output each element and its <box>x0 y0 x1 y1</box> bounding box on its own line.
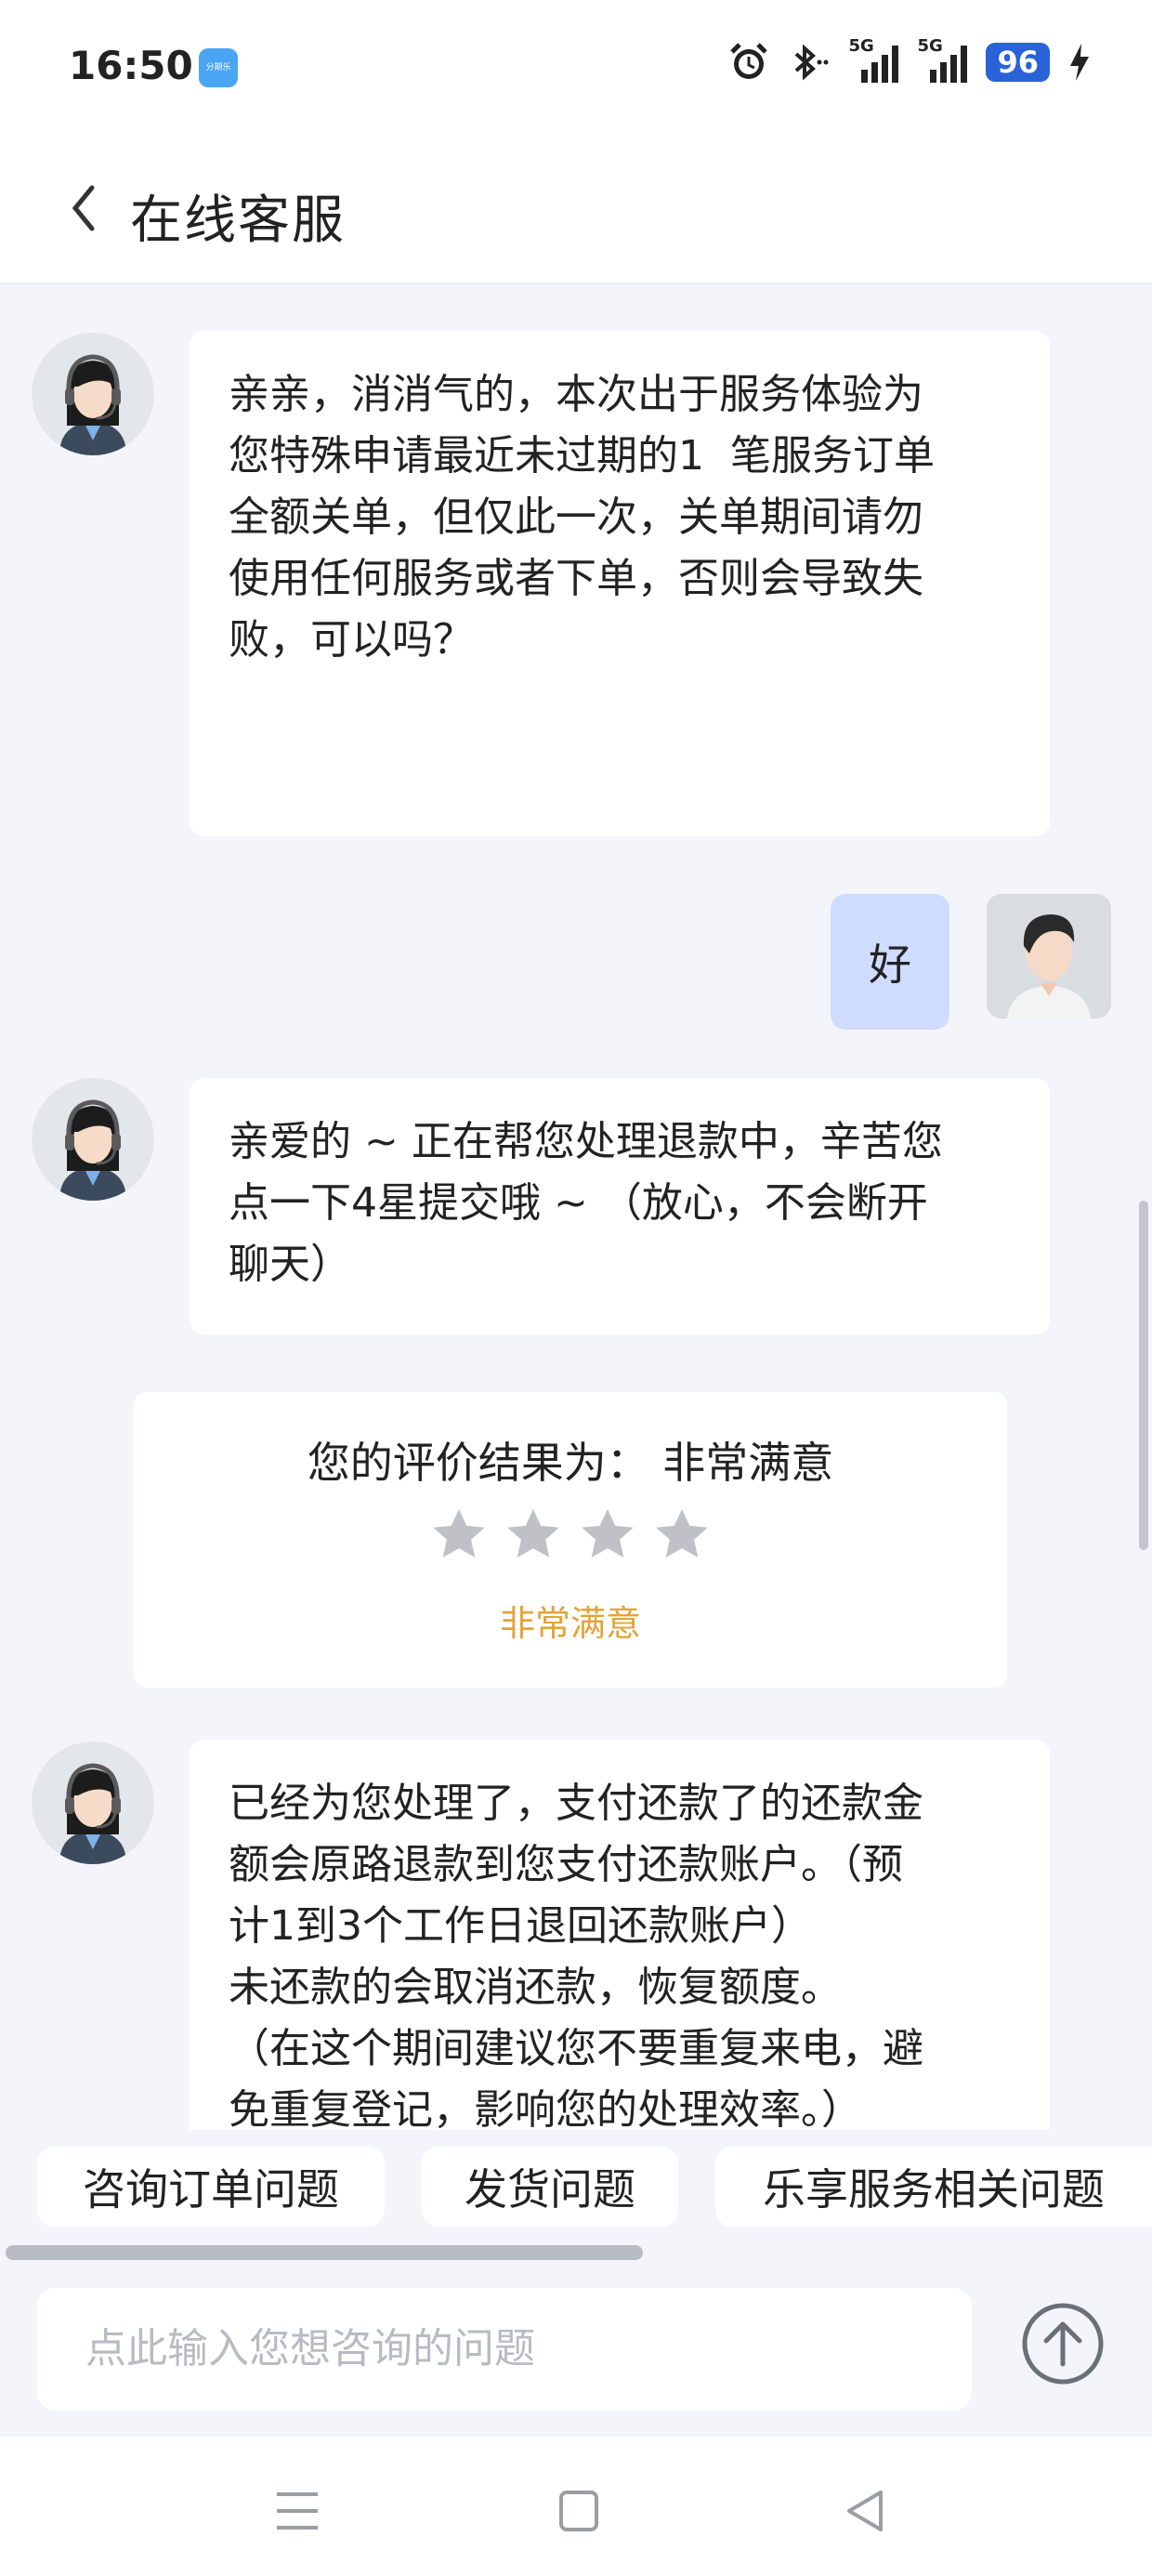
signal-icon-1: 5G <box>848 36 899 83</box>
alarm-icon <box>727 41 770 84</box>
agent-avatar <box>32 1078 154 1201</box>
agent-avatar <box>32 333 154 455</box>
status-icons: 5G 5G 96 <box>727 36 1091 84</box>
menu-nav-button[interactable] <box>269 2483 325 2539</box>
rating-card: 您的评价结果为： 非常满意 非常满意 <box>134 1392 1007 1688</box>
agent-message-bubble: 亲爱的 ~ 正在帮您处理退款中，辛苦您 点一下4星提交哦 ~ （放心，不会断开 … <box>190 1078 1050 1334</box>
chevron-left-icon <box>72 185 95 231</box>
system-nav-bar <box>0 2437 1152 2576</box>
star-icon <box>656 1509 708 1557</box>
back-nav-button[interactable] <box>838 2483 894 2539</box>
agent-message-bubble: 已经为您处理了，支付还款了的还款金 额会原路退款到您支付还款账户。（预 计1到3… <box>190 1740 1050 2130</box>
quick-reply-scrollbar[interactable] <box>6 2245 643 2260</box>
back-button[interactable] <box>56 175 111 242</box>
input-bar: 点此输入您想咨询的问题 <box>0 2260 1152 2437</box>
rating-stars <box>134 1505 1007 1565</box>
quick-reply-shipping-question[interactable]: 发货问题 <box>422 2147 678 2227</box>
menu-icon <box>277 2492 318 2530</box>
quick-reply-bar[interactable]: 咨询订单问题 发货问题 乐享服务相关问题 <box>0 2130 1152 2260</box>
charging-icon <box>1068 42 1091 83</box>
rating-result-title: 您的评价结果为： 非常满意 <box>307 1438 834 1488</box>
agent-avatar <box>32 1741 154 1864</box>
triangle-back-icon <box>847 2491 883 2531</box>
star-icon <box>433 1509 485 1557</box>
status-bar: 16:50 分期乐 5G 5G 96 <box>0 0 1152 138</box>
send-button[interactable] <box>1020 2301 1106 2386</box>
user-message-bubble: 好 <box>831 894 949 1030</box>
home-nav-button[interactable] <box>550 2483 606 2539</box>
rating-label: 非常满意 <box>499 1603 641 1644</box>
signal-icon-2: 5G <box>917 36 968 83</box>
message-input[interactable]: 点此输入您想咨询的问题 <box>37 2288 972 2411</box>
star-icon <box>507 1509 559 1557</box>
square-icon <box>559 2491 598 2531</box>
battery-level: 96 <box>986 43 1050 82</box>
arrow-up-circle-icon <box>1022 2303 1104 2385</box>
bluetooth-icon <box>789 41 830 84</box>
user-avatar <box>987 894 1111 1019</box>
app-notification-icon: 分期乐 <box>199 48 238 87</box>
star-icon <box>582 1509 634 1557</box>
agent-message-bubble: 亲亲，消消气的，本次出于服务体验为 您特殊申请最近未过期的1 笔服务订单 全额关… <box>190 331 1050 836</box>
page-title: 在线客服 <box>130 191 346 251</box>
quick-reply-lexiang-service[interactable]: 乐享服务相关问题 <box>715 2147 1152 2227</box>
page-header: 在线客服 <box>0 138 1152 284</box>
chat-scrollbar[interactable] <box>1139 1201 1148 1550</box>
quick-reply-order-question[interactable]: 咨询订单问题 <box>37 2147 385 2227</box>
chat-area[interactable]: 亲亲，消消气的，本次出于服务体验为 您特殊申请最近未过期的1 笔服务订单 全额关… <box>0 286 1152 2130</box>
status-time: 16:50 <box>69 43 193 88</box>
